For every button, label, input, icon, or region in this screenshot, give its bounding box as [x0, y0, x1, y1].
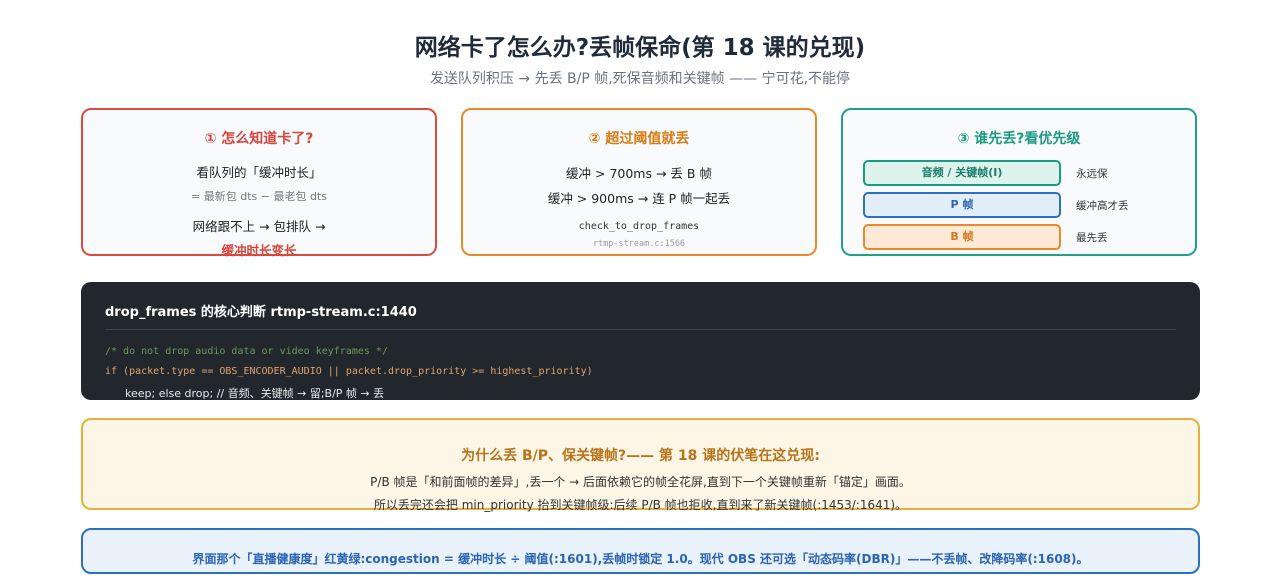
threshold-source-ref: rtmp-stream.c:1566 — [592, 239, 686, 249]
priority-desc-b: 最先丢 — [1076, 232, 1108, 244]
why-line-2: 所以丢完还会把 min_priority 抬到关键帧级:后续 P/B 帧也拒收,… — [373, 498, 908, 512]
priority-row-p: P 帧 缓冲高才丢 — [843, 192, 1195, 218]
threshold-line-1: 缓冲 > 700ms → 丢 B 帧 — [566, 166, 712, 181]
code-divider — [105, 329, 1176, 330]
priority-label-b: B 帧 — [863, 224, 1061, 250]
priority-label-p: P 帧 — [863, 192, 1061, 218]
threshold-line-2: 缓冲 > 900ms → 连 P 帧一起丢 — [547, 191, 731, 206]
detect-card-title: ① 怎么知道卡了? — [204, 131, 314, 147]
priority-card-title: ③ 谁先丢?看优先级 — [957, 131, 1081, 147]
detect-line-2: = 最新包 dts − 最老包 dts — [191, 190, 327, 203]
page-subtitle: 发送队列积压 → 先丢 B/P 帧,死保音频和关键帧 —— 宁可花,不能停 — [429, 71, 851, 87]
code-keep-line: keep; else drop; // 音频、关键帧 → 留;B/P 帧 → 丢 — [125, 387, 385, 400]
priority-row-b: B 帧 最先丢 — [843, 224, 1195, 250]
threshold-card: ② 超过阈值就丢 缓冲 > 700ms → 丢 B 帧 缓冲 > 900ms →… — [461, 108, 817, 256]
code-heading: drop_frames 的核心判断 rtmp-stream.c:1440 — [105, 305, 417, 320]
threshold-function: check_to_drop_frames — [578, 221, 700, 232]
health-text: 界面那个「直播健康度」红黄绿:congestion = 缓冲时长 ÷ 阈值(:1… — [192, 552, 1089, 566]
priority-list: 音频 / 关键帧(I) 永远保 P 帧 缓冲高才丢 B 帧 最先丢 — [843, 160, 1195, 250]
priority-card: ③ 谁先丢?看优先级 音频 / 关键帧(I) 永远保 P 帧 缓冲高才丢 B 帧… — [841, 108, 1197, 256]
priority-desc-p: 缓冲高才丢 — [1076, 200, 1129, 212]
detect-line-3: 网络跟不上 → 包排队 → — [192, 219, 326, 234]
health-panel: 界面那个「直播健康度」红黄绿:congestion = 缓冲时长 ÷ 阈值(:1… — [81, 528, 1200, 574]
detect-line-1: 看队列的「缓冲时长」 — [196, 165, 322, 180]
threshold-card-title: ② 超过阈值就丢 — [588, 131, 690, 147]
why-title: 为什么丢 B/P、保关键帧?—— 第 18 课的伏笔在这兑现: — [461, 448, 820, 464]
why-panel: 为什么丢 B/P、保关键帧?—— 第 18 课的伏笔在这兑现: P/B 帧是「和… — [81, 418, 1200, 512]
code-panel: drop_frames 的核心判断 rtmp-stream.c:1440 /* … — [81, 282, 1200, 400]
priority-label-audio: 音频 / 关键帧(I) — [863, 160, 1061, 186]
priority-row-audio: 音频 / 关键帧(I) 永远保 — [843, 160, 1195, 186]
detect-card: ① 怎么知道卡了? 看队列的「缓冲时长」 = 最新包 dts − 最老包 dts… — [81, 108, 437, 258]
page-title: 网络卡了怎么办?丢帧保命(第 18 课的兑现) — [414, 35, 866, 61]
why-line-1: P/B 帧是「和前面帧的差异」,丢一个 → 后面依赖它的帧全花屏,直到下一个关键… — [370, 475, 911, 489]
code-comment: /* do not drop audio data or video keyfr… — [105, 346, 388, 357]
detect-line-4: 缓冲时长变长 — [221, 243, 297, 258]
priority-desc-audio: 永远保 — [1076, 168, 1108, 180]
code-if-line: if (packet.type == OBS_ENCODER_AUDIO || … — [105, 366, 593, 377]
